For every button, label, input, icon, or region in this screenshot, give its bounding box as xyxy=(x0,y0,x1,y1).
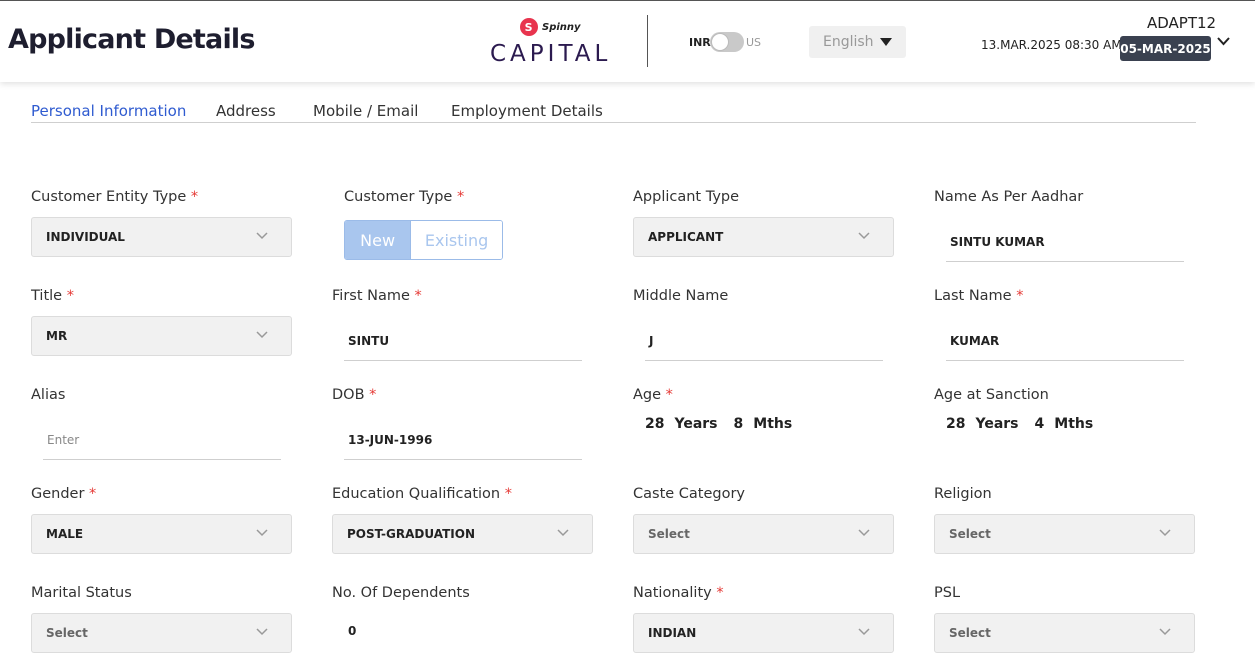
language-dropdown[interactable]: English xyxy=(809,26,906,58)
tab-personal-information[interactable]: Personal Information xyxy=(31,102,186,120)
spinny-capital-logo: S Spinny CAPITAL xyxy=(488,14,614,67)
chevron-down-icon xyxy=(256,232,268,240)
tab-address[interactable]: Address xyxy=(216,102,276,120)
customer-type-label: Customer Type * xyxy=(344,189,465,205)
currency-us-label: US xyxy=(746,36,762,49)
currency-inr-label: INR xyxy=(689,36,711,49)
last-name-field[interactable]: KUMAR xyxy=(946,321,1184,361)
first-name-label: First Name * xyxy=(332,288,422,304)
customer-entity-type-label: Customer Entity Type * xyxy=(31,189,199,205)
title-label: Title * xyxy=(31,288,74,304)
top-header: Applicant Details S Spinny CAPITAL INR U… xyxy=(0,0,1255,82)
middle-name-field[interactable]: J xyxy=(645,321,883,361)
section-tabs: Personal Information Address Mobile / Em… xyxy=(31,102,1196,123)
customer-type-toggle: New Existing xyxy=(344,220,503,260)
chevron-down-icon xyxy=(557,529,569,537)
age-at-sanction-label: Age at Sanction xyxy=(934,387,1049,403)
education-qualification-select[interactable]: POST-GRADUATION xyxy=(332,514,593,554)
religion-label: Religion xyxy=(934,486,992,502)
chevron-down-icon xyxy=(858,232,870,240)
alias-field[interactable]: Enter xyxy=(43,420,281,460)
chevron-down-icon xyxy=(256,331,268,339)
religion-select[interactable]: Select xyxy=(934,514,1195,554)
page-title: Applicant Details xyxy=(8,24,255,55)
business-date-badge: 05-MAR-2025 xyxy=(1120,36,1211,61)
title-select[interactable]: MR xyxy=(31,316,292,356)
gender-label: Gender * xyxy=(31,486,97,502)
caste-category-select[interactable]: Select xyxy=(633,514,894,554)
last-name-label: Last Name * xyxy=(934,288,1024,304)
name-as-per-aadhar-field[interactable]: SINTU KUMAR xyxy=(946,222,1184,262)
caste-category-label: Caste Category xyxy=(633,486,746,502)
header-divider xyxy=(647,15,648,67)
currency-toggle[interactable] xyxy=(710,32,744,52)
applicant-type-select[interactable]: APPLICANT xyxy=(633,217,894,257)
logo-brand-large: CAPITAL xyxy=(490,41,612,67)
marital-status-label: Marital Status xyxy=(31,585,132,601)
middle-name-label: Middle Name xyxy=(633,288,729,304)
dob-label: DOB * xyxy=(332,387,377,403)
age-label: Age * xyxy=(633,387,673,403)
customer-entity-type-select[interactable]: INDIVIDUAL xyxy=(31,217,292,257)
customer-type-existing-button[interactable]: Existing xyxy=(410,221,502,259)
current-datetime: 13.MAR.2025 08:30 AM xyxy=(981,38,1122,52)
toggle-knob xyxy=(711,33,729,51)
psl-select[interactable]: Select xyxy=(934,613,1195,653)
logo-brand-small: Spinny xyxy=(542,21,581,33)
tab-employment-details[interactable]: Employment Details xyxy=(451,102,603,120)
nationality-select[interactable]: INDIAN xyxy=(633,613,894,653)
dependents-field[interactable]: 0 xyxy=(344,616,582,645)
chevron-down-icon xyxy=(858,529,870,537)
applicant-type-label: Applicant Type xyxy=(633,189,740,205)
dependents-label: No. Of Dependents xyxy=(332,585,470,601)
user-id: ADAPT12 xyxy=(1147,14,1217,32)
first-name-field[interactable]: SINTU xyxy=(344,321,582,361)
chevron-down-icon[interactable] xyxy=(1216,35,1231,47)
customer-type-new-button[interactable]: New xyxy=(345,221,411,259)
age-value: 28 Years 8 Mths xyxy=(645,416,793,432)
name-as-per-aadhar-label: Name As Per Aadhar xyxy=(934,189,1084,205)
gender-select[interactable]: MALE xyxy=(31,514,292,554)
education-qualification-label: Education Qualification * xyxy=(332,486,512,502)
caret-down-icon xyxy=(880,38,892,46)
tab-mobile-email[interactable]: Mobile / Email xyxy=(313,102,418,120)
dob-field[interactable]: 13-JUN-1996 xyxy=(344,420,582,460)
age-at-sanction-value: 28 Years 4 Mths xyxy=(946,416,1094,432)
nationality-label: Nationality * xyxy=(633,585,724,601)
marital-status-select[interactable]: Select xyxy=(31,613,292,653)
spinny-logo-icon: S xyxy=(516,14,542,40)
language-value: English xyxy=(823,34,874,50)
chevron-down-icon xyxy=(1159,529,1171,537)
chevron-down-icon xyxy=(858,628,870,636)
chevron-down-icon xyxy=(256,628,268,636)
psl-label: PSL xyxy=(934,585,961,601)
alias-label: Alias xyxy=(31,387,66,403)
chevron-down-icon xyxy=(1159,628,1171,636)
chevron-down-icon xyxy=(256,529,268,537)
